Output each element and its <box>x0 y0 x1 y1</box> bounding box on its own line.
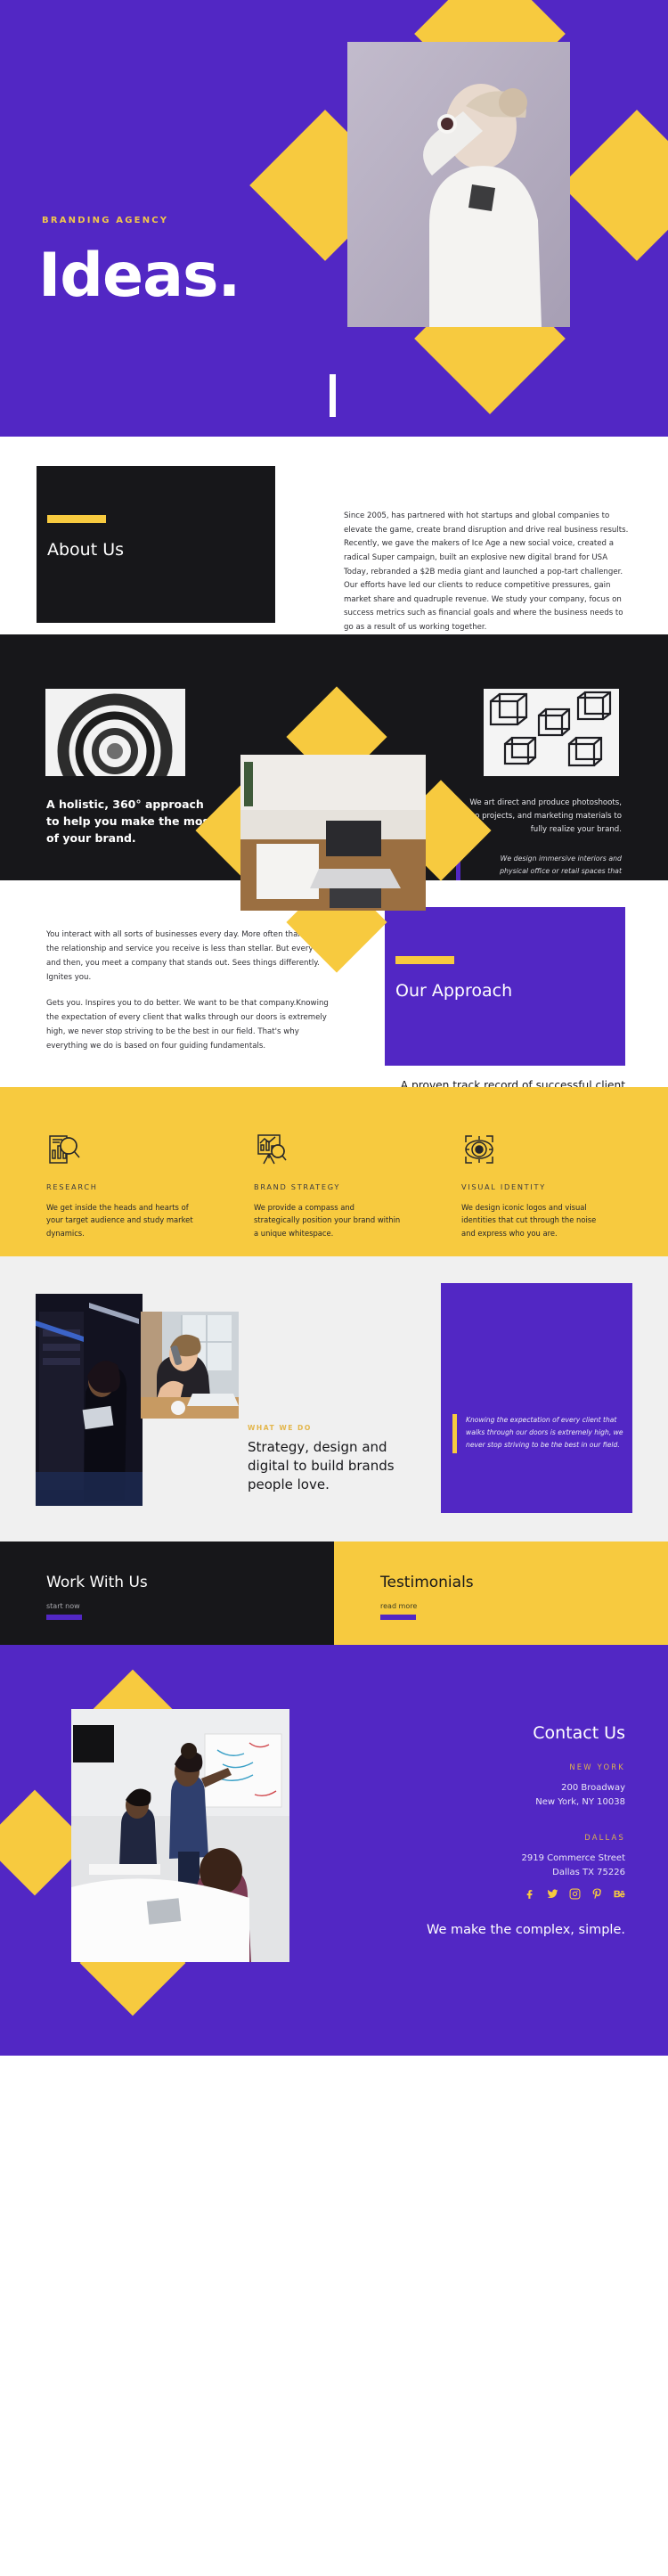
approach-accent-rule <box>395 956 454 964</box>
about-heading: About Us <box>47 540 125 560</box>
cta-testimonials-link-label: read more <box>380 1602 418 1610</box>
work-quote-block: Knowing the expectation of every client … <box>452 1414 623 1453</box>
hero-section: BRANDING AGENCY Ideas. <box>0 0 668 437</box>
hero-diamond-right <box>561 110 668 261</box>
hero-eyebrow: BRANDING AGENCY <box>42 216 169 225</box>
service-card-research[interactable]: RESEARCH We get inside the heads and hea… <box>46 1132 194 1239</box>
visual-identity-eye-target-icon <box>461 1132 497 1167</box>
hero-title: Ideas. <box>38 241 240 311</box>
work-quote-text: Knowing the expectation of every client … <box>466 1416 623 1450</box>
businessman-phone-photo <box>141 1312 239 1419</box>
services-section: RESEARCH We get inside the heads and hea… <box>0 1087 668 1256</box>
cta-work-link-underline <box>46 1615 82 1620</box>
staircase-photo <box>45 689 185 776</box>
service-title: BRAND STRATEGY <box>254 1182 341 1191</box>
about-accent-rule <box>47 515 106 523</box>
hero-media <box>249 0 668 414</box>
approach-body: You interact with all sorts of businesse… <box>46 928 331 1054</box>
cta-testimonials-link[interactable]: read more <box>380 1602 417 1620</box>
twitter-icon[interactable] <box>547 1888 558 1900</box>
footer-contact: Contact Us NEW YORK 200 Broadway New Yor… <box>403 1723 625 1940</box>
scroll-indicator[interactable] <box>330 374 336 417</box>
capabilities-section: A holistic, 360° approach to help you ma… <box>0 634 668 973</box>
footer-address-new-york: 200 Broadway New York, NY 10038 <box>535 1783 625 1807</box>
wire-cubes-photo <box>484 689 619 776</box>
facebook-icon[interactable] <box>525 1888 536 1900</box>
landing-page: BRANDING AGENCY Ideas. About Us Strategy… <box>0 0 668 2056</box>
about-card: About Us <box>37 466 275 623</box>
service-card-brand-strategy[interactable]: BRAND STRATEGY We provide a compass and … <box>254 1132 402 1239</box>
brand-strategy-easel-icon <box>254 1132 289 1167</box>
pinterest-icon[interactable] <box>591 1888 603 1900</box>
service-description: We design iconic logos and visual identi… <box>461 1203 597 1238</box>
service-title: VISUAL IDENTITY <box>461 1182 546 1191</box>
cta-work-link[interactable]: start now <box>46 1602 82 1620</box>
footer-city-dallas: DALLAS <box>584 1833 625 1842</box>
service-description: We provide a compass and strategically p… <box>254 1203 401 1238</box>
dark-heading: A holistic, 360° approach to help you ma… <box>46 797 215 845</box>
cta-testimonials[interactable]: Testimonials read more <box>334 1542 668 1645</box>
approach-paragraph-1: You interact with all sorts of businesse… <box>46 930 331 982</box>
approach-paragraph-2: Gets you. Inspires you to do better. We … <box>46 998 329 1051</box>
hero-photo <box>347 42 570 327</box>
footer-address-dallas: 2919 Commerce Street Dallas TX 75226 <box>521 1853 625 1877</box>
office-desk-photo <box>240 755 426 911</box>
services-grid: RESEARCH We get inside the heads and hea… <box>0 1132 668 1239</box>
service-description: We get inside the heads and hearts of yo… <box>46 1203 193 1238</box>
cta-work-link-label: start now <box>46 1602 80 1610</box>
research-magnifier-chart-icon <box>46 1132 82 1167</box>
approach-heading: Our Approach <box>395 981 513 1001</box>
cta-testimonials-link-underline <box>380 1615 416 1620</box>
cta-testimonials-title: Testimonials <box>380 1574 474 1591</box>
footer-section: Contact Us NEW YORK 200 Broadway New Yor… <box>0 1645 668 2056</box>
cta-work-with-us[interactable]: Work With Us start now <box>0 1542 334 1645</box>
behance-icon[interactable] <box>614 1888 625 1900</box>
work-eyebrow: WHAT WE DO <box>248 1424 312 1432</box>
server-room-photo <box>36 1294 143 1506</box>
cta-work-title: Work With Us <box>46 1574 148 1591</box>
footer-slogan: We make the complex, simple. <box>427 1923 625 1937</box>
footer-social-links <box>403 1888 625 1900</box>
service-title: RESEARCH <box>46 1182 98 1191</box>
about-section: About Us Strategy, design and digital to… <box>0 437 668 718</box>
footer-title: Contact Us <box>533 1723 625 1743</box>
instagram-icon[interactable] <box>569 1888 581 1900</box>
footer-city-new-york: NEW YORK <box>569 1762 625 1771</box>
cta-row: Work With Us start now Testimonials read… <box>0 1542 668 1645</box>
work-heading: Strategy, design and digital to build br… <box>248 1439 395 1492</box>
approach-card: Our Approach <box>385 907 625 1066</box>
work-quote-card <box>441 1283 632 1513</box>
footer-team-photo <box>71 1709 289 1962</box>
service-card-visual-identity[interactable]: VISUAL IDENTITY We design iconic logos a… <box>461 1132 609 1239</box>
what-we-do-section: WHAT WE DO Strategy, design and digital … <box>0 1256 668 1542</box>
work-quote-bar <box>452 1414 457 1453</box>
about-body: Since 2005, has partnered with hot start… <box>344 511 629 633</box>
